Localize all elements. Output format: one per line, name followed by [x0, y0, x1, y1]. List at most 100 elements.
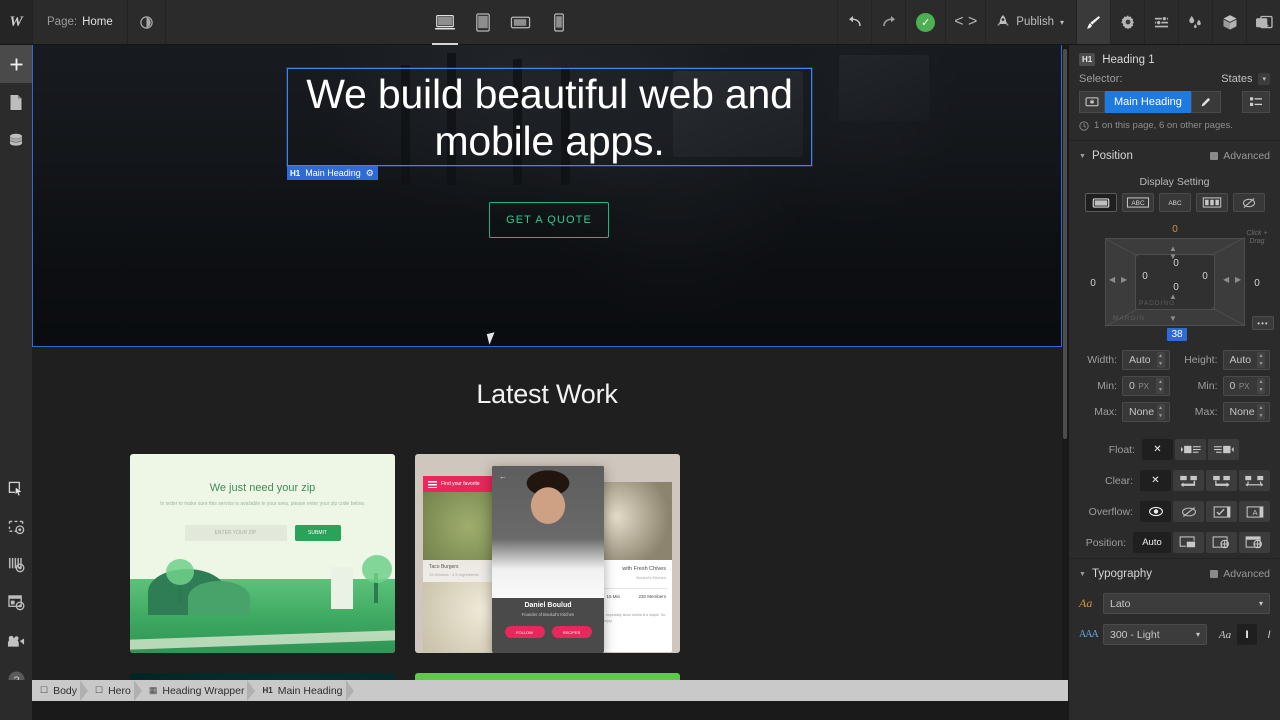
- margin-bottom-handle[interactable]: ▼: [1169, 314, 1177, 323]
- class-selector-pill[interactable]: Main Heading: [1105, 91, 1191, 113]
- video-tutorials-button[interactable]: [0, 622, 32, 660]
- display-none-button[interactable]: [1233, 193, 1265, 212]
- position-relative-button[interactable]: [1173, 532, 1204, 553]
- padding-left-value[interactable]: 0: [1139, 271, 1151, 282]
- padding-bottom-handle[interactable]: ▲: [1169, 292, 1177, 301]
- breadcrumb-item-heading-wrapper[interactable]: ▦ Heading Wrapper: [141, 680, 255, 701]
- width-min-input[interactable]: 0 PX ▲▼: [1122, 376, 1170, 396]
- work-card-squid[interactable]: [130, 673, 395, 680]
- box-model-editor[interactable]: 0 38 0 0 0 0 0 0 PADDING MARGIN ▲ ▲ ▼ ▼ …: [1073, 222, 1276, 344]
- tab-style-panel[interactable]: [1076, 0, 1110, 44]
- heading-wrapper-selection[interactable]: We build beautiful web and mobile apps.: [287, 68, 812, 166]
- margin-top-value[interactable]: 0: [1167, 224, 1183, 235]
- breakpoint-indicator-icon[interactable]: ✱: [1079, 91, 1105, 113]
- gear-icon[interactable]: ⚙: [366, 168, 374, 179]
- width-min-stepper[interactable]: ▲▼: [1156, 378, 1164, 394]
- height-stepper[interactable]: ▲▼: [1257, 352, 1265, 368]
- device-tablet-landscape-button[interactable]: [502, 0, 540, 45]
- width-stepper[interactable]: ▲▼: [1157, 352, 1165, 368]
- font-family-select[interactable]: Lato ▾: [1103, 593, 1270, 614]
- show-grid-button[interactable]: [0, 546, 32, 584]
- work-card-zip[interactable]: We just need your zip In order to make s…: [130, 454, 395, 653]
- states-dropdown[interactable]: States ▾: [1221, 73, 1270, 85]
- overflow-scroll-button[interactable]: [1206, 501, 1237, 522]
- tab-interactions-panel[interactable]: [1144, 0, 1178, 44]
- height-input[interactable]: Auto ▲▼: [1223, 350, 1271, 370]
- follow-button[interactable]: FOLLOW: [505, 626, 545, 638]
- height-max-input[interactable]: None ▲▼: [1223, 402, 1271, 422]
- page-selector[interactable]: Page: Home: [32, 0, 128, 44]
- breadcrumb-item-main-heading[interactable]: H1 Main Heading: [254, 680, 352, 701]
- tab-symbols-panel[interactable]: [1212, 0, 1246, 44]
- bold-button[interactable]: I: [1237, 624, 1257, 645]
- device-mobile-button[interactable]: [540, 0, 578, 45]
- typography-advanced-toggle[interactable]: Advanced: [1210, 568, 1270, 580]
- overflow-hidden-button[interactable]: [1173, 501, 1204, 522]
- add-element-button[interactable]: [0, 45, 32, 83]
- selection-badge[interactable]: H1 Main Heading ⚙: [287, 166, 378, 180]
- width-input[interactable]: Auto ▲▼: [1122, 350, 1170, 370]
- position-auto-button[interactable]: Auto: [1133, 532, 1171, 553]
- cms-button[interactable]: [0, 121, 32, 159]
- device-desktop-button[interactable]: [426, 0, 464, 45]
- margin-left-handle[interactable]: ◀: [1109, 275, 1115, 284]
- margin-right-handle[interactable]: ▶: [1235, 275, 1241, 284]
- margin-right-value[interactable]: 0: [1251, 278, 1263, 289]
- float-left-button[interactable]: [1175, 439, 1206, 460]
- overflow-auto-button[interactable]: A: [1239, 501, 1270, 522]
- margin-bottom-value[interactable]: 38: [1167, 328, 1187, 341]
- height-min-input[interactable]: 0 PX ▲▼: [1223, 376, 1271, 396]
- device-tablet-button[interactable]: [464, 0, 502, 45]
- breadcrumb-item-hero[interactable]: ☐ Hero: [87, 680, 141, 701]
- style-manager-button[interactable]: [1242, 91, 1270, 113]
- work-card-chef[interactable]: Find your favorite Taco Burgers 15 Minut…: [415, 454, 680, 653]
- italic-button[interactable]: I: [1259, 624, 1279, 645]
- recipes-button[interactable]: RECIPES: [552, 626, 592, 638]
- show-layout-button[interactable]: [0, 584, 32, 622]
- margin-left-value[interactable]: 0: [1087, 278, 1099, 289]
- typography-section-header[interactable]: ▼ Typography Advanced: [1069, 559, 1280, 588]
- publish-button[interactable]: Publish ▾: [985, 0, 1076, 44]
- tab-assets-panel[interactable]: [1246, 0, 1280, 44]
- hero-heading[interactable]: We build beautiful web and mobile apps.: [288, 69, 811, 165]
- breadcrumb-item-body[interactable]: ☐ Body: [32, 680, 87, 701]
- padding-right-handle[interactable]: ◀: [1223, 275, 1229, 284]
- width-max-input[interactable]: None ▲▼: [1122, 402, 1170, 422]
- position-absolute-button[interactable]: [1206, 532, 1237, 553]
- tab-effects-panel[interactable]: [1178, 0, 1212, 44]
- box-model-more-button[interactable]: •••: [1252, 316, 1274, 330]
- display-block-button[interactable]: [1085, 193, 1117, 212]
- pages-button[interactable]: [0, 83, 32, 121]
- edit-class-button[interactable]: [1191, 91, 1221, 113]
- work-card-green[interactable]: [415, 673, 680, 680]
- webflow-logo[interactable]: W: [0, 0, 32, 44]
- padding-right-value[interactable]: 0: [1199, 271, 1211, 282]
- code-view-button[interactable]: < >: [945, 0, 985, 44]
- redo-button[interactable]: [871, 0, 905, 44]
- height-min-stepper[interactable]: ▲▼: [1257, 378, 1265, 394]
- display-inline-block-button[interactable]: ABC: [1122, 193, 1154, 212]
- clear-left-button[interactable]: [1173, 470, 1204, 491]
- show-selection-button[interactable]: [0, 508, 32, 546]
- position-advanced-toggle[interactable]: Advanced: [1210, 150, 1270, 162]
- padding-left-handle[interactable]: ▶: [1121, 275, 1127, 284]
- hero-section[interactable]: We build beautiful web and mobile apps. …: [32, 45, 1062, 347]
- position-section-header[interactable]: ▼ Position Advanced: [1069, 141, 1280, 170]
- overflow-visible-button[interactable]: [1140, 501, 1171, 522]
- padding-top-handle[interactable]: ▼: [1169, 252, 1177, 261]
- float-right-button[interactable]: [1208, 439, 1239, 460]
- display-inline-button[interactable]: ABC: [1159, 193, 1191, 212]
- position-fixed-button[interactable]: [1239, 532, 1270, 553]
- clear-both-button[interactable]: [1239, 470, 1270, 491]
- preview-toggle-button[interactable]: [128, 0, 166, 44]
- select-tool-button[interactable]: [0, 470, 32, 508]
- height-max-stepper[interactable]: ▲▼: [1257, 404, 1265, 420]
- zip-input[interactable]: ENTER YOUR ZIP: [185, 525, 287, 541]
- save-status-button[interactable]: ✓: [905, 0, 945, 44]
- text-case-button[interactable]: Aa: [1215, 624, 1235, 645]
- get-a-quote-button[interactable]: GET A QUOTE: [489, 202, 609, 238]
- clear-right-button[interactable]: [1206, 470, 1237, 491]
- clear-none-button[interactable]: ✕: [1140, 470, 1171, 491]
- float-none-button[interactable]: ✕: [1142, 439, 1173, 460]
- undo-button[interactable]: [837, 0, 871, 44]
